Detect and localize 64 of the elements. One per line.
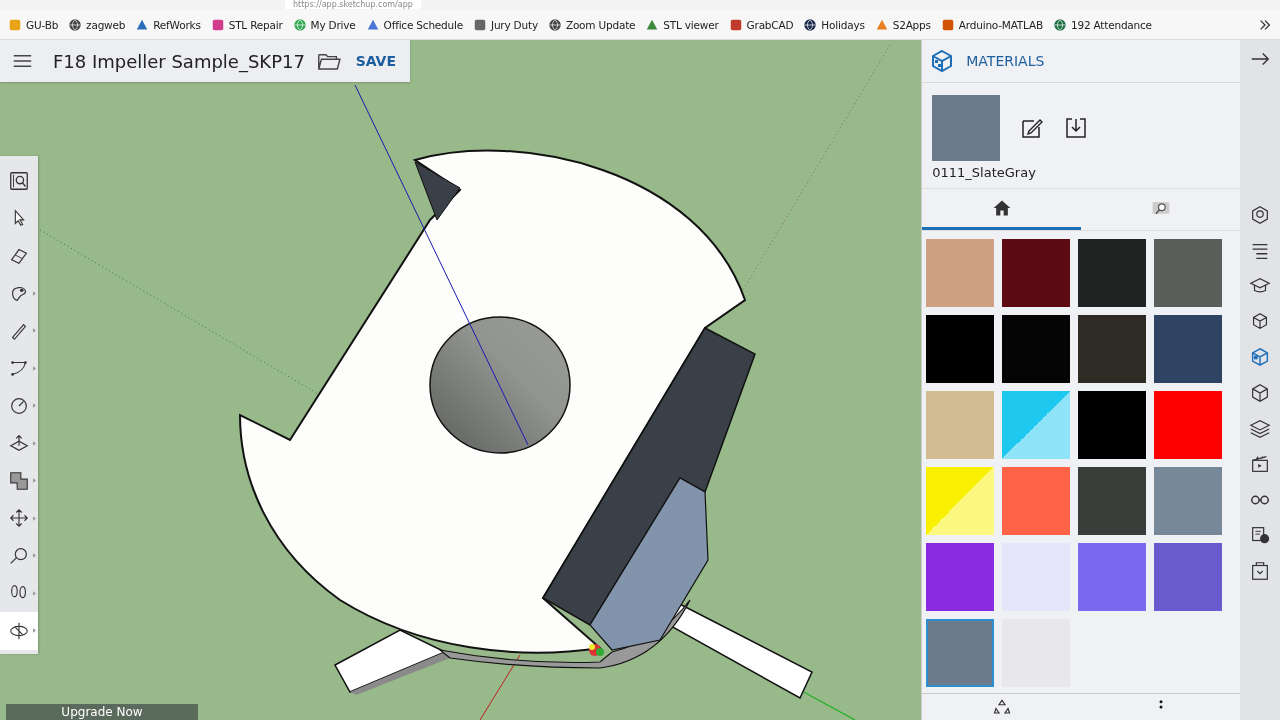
- panel-icon[interactable]: [1249, 559, 1271, 582]
- bookmark-link[interactable]: STL Repair: [210, 17, 283, 32]
- color-swatch[interactable]: [1002, 467, 1071, 536]
- bookmark-link[interactable]: Jury Duty: [473, 17, 538, 32]
- document-title: F18 Impeller Sample_SKP17: [52, 50, 305, 72]
- color-swatch[interactable]: [926, 391, 995, 460]
- bookmark-link[interactable]: 192 Attendance: [1052, 17, 1152, 32]
- color-swatch[interactable]: [1002, 315, 1071, 384]
- caret-icon: [33, 478, 36, 483]
- material-name: 0111_SlateGray: [932, 164, 1037, 180]
- cube-icon: [930, 48, 955, 73]
- color-swatch[interactable]: [1078, 467, 1147, 536]
- bookmark-link[interactable]: Office Schedule: [365, 17, 463, 32]
- caret-icon: [33, 590, 36, 596]
- color-swatch[interactable]: [1078, 391, 1147, 460]
- zoom-window-icon: [8, 169, 30, 192]
- color-swatch[interactable]: [1002, 239, 1071, 308]
- color-swatch[interactable]: [1154, 315, 1223, 384]
- caret-icon: [33, 628, 36, 633]
- color-swatch[interactable]: [1002, 391, 1071, 460]
- color-swatch[interactable]: [1154, 391, 1223, 460]
- save-button[interactable]: SAVE: [353, 49, 398, 73]
- color-swatch[interactable]: [926, 315, 995, 384]
- color-swatch[interactable]: [926, 467, 995, 536]
- caret-icon: [33, 328, 36, 333]
- bookmark-link[interactable]: Arduino-MATLAB: [940, 17, 1043, 32]
- move-icon: [8, 507, 30, 530]
- upgrade-button[interactable]: Upgrade Now: [6, 704, 198, 720]
- panel-icon[interactable]: [1249, 381, 1271, 404]
- download-icon[interactable]: [1064, 115, 1089, 140]
- bookmark-link[interactable]: GU-Bb: [8, 17, 59, 32]
- bookmark-link[interactable]: GrabCAD: [728, 17, 794, 32]
- color-swatch[interactable]: [1078, 239, 1147, 308]
- color-swatch[interactable]: [926, 543, 995, 612]
- panel-icon[interactable]: [1249, 204, 1271, 226]
- caret-icon: [33, 365, 36, 371]
- offset-icon: [8, 469, 30, 492]
- bookmark-link[interactable]: STL viewer: [645, 17, 719, 32]
- caret-icon: [33, 440, 36, 446]
- color-swatch[interactable]: [1154, 543, 1223, 612]
- caret-icon: [33, 553, 36, 558]
- color-swatch[interactable]: [926, 239, 995, 308]
- color-swatch[interactable]: [926, 619, 995, 688]
- bookmark-link[interactable]: S2Apps: [874, 17, 931, 32]
- caret-icon: [33, 290, 36, 296]
- bookmark-link[interactable]: My Drive: [292, 17, 356, 32]
- bookmark-link[interactable]: RefWorks: [135, 17, 201, 32]
- bookmark-link[interactable]: zagweb: [68, 17, 126, 32]
- panel-title: MATERIALS: [966, 52, 1045, 69]
- color-swatch[interactable]: [1154, 239, 1223, 308]
- recycle-icon[interactable]: [992, 698, 1011, 717]
- color-swatch[interactable]: [1078, 543, 1147, 612]
- panel-icon[interactable]: [1249, 417, 1271, 440]
- caret-icon: [33, 403, 36, 408]
- axis-line: [479, 654, 521, 720]
- axes-origin-icon: [589, 644, 604, 656]
- color-swatch[interactable]: [1078, 315, 1147, 384]
- color-swatch[interactable]: [1154, 467, 1223, 536]
- tool-button[interactable]: [0, 612, 38, 650]
- caret-icon: [33, 515, 36, 521]
- bookmark-link[interactable]: Zoom Update: [547, 17, 636, 32]
- bookmark-link[interactable]: Holidays: [803, 17, 865, 32]
- address-field[interactable]: https://app.sketchup.com/app: [285, 0, 421, 9]
- chevron-icon[interactable]: [1258, 17, 1272, 32]
